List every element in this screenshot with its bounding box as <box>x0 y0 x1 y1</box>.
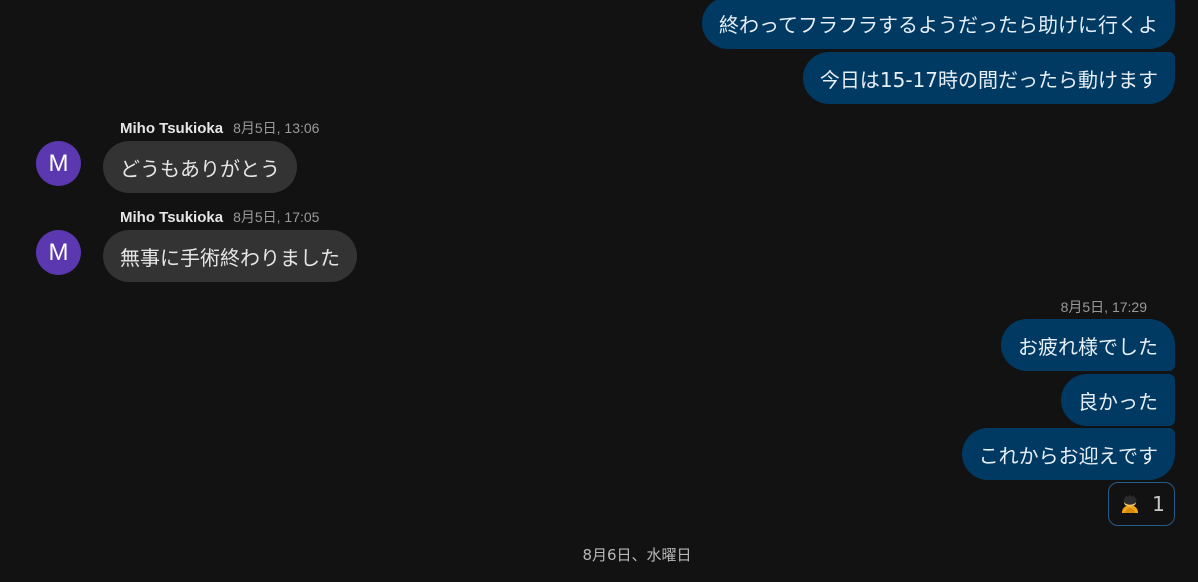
avatar[interactable]: M <box>36 230 81 275</box>
message-timestamp: 8月5日, 13:06 <box>233 120 320 136</box>
outgoing-message[interactable]: お疲れ様でした <box>1001 319 1175 371</box>
reaction-chip[interactable]: 1 <box>1108 482 1175 526</box>
outgoing-message[interactable]: 今日は15-17時の間だったら動けます <box>802 52 1175 104</box>
chat-thread: 終わってフラフラするようだったら助けに行くよ 今日は15-17時の間だったら動け… <box>0 0 1198 582</box>
incoming-message[interactable]: 無事に手術終わりました <box>103 230 357 282</box>
incoming-message[interactable]: どうもありがとう <box>103 141 297 193</box>
message-timestamp: 8月5日, 17:29 <box>1060 299 1147 315</box>
reaction-count: 1 <box>1152 492 1165 516</box>
message-timestamp: 8月5日, 17:05 <box>233 209 320 225</box>
date-divider: 8月6日、水曜日 <box>582 546 692 564</box>
sender-name: Miho Tsukioka <box>120 209 224 226</box>
message-header: Miho Tsukioka 8月5日, 13:06 <box>120 118 319 138</box>
avatar[interactable]: M <box>36 141 81 186</box>
outgoing-message[interactable]: 良かった <box>1061 374 1175 426</box>
message-header: Miho Tsukioka 8月5日, 17:05 <box>120 207 319 227</box>
sender-name: Miho Tsukioka <box>120 120 224 137</box>
outgoing-message[interactable]: 終わってフラフラするようだったら助けに行くよ <box>702 0 1175 49</box>
bowing-person-emoji <box>1122 494 1139 513</box>
outgoing-message[interactable]: これからお迎えです <box>961 428 1175 480</box>
